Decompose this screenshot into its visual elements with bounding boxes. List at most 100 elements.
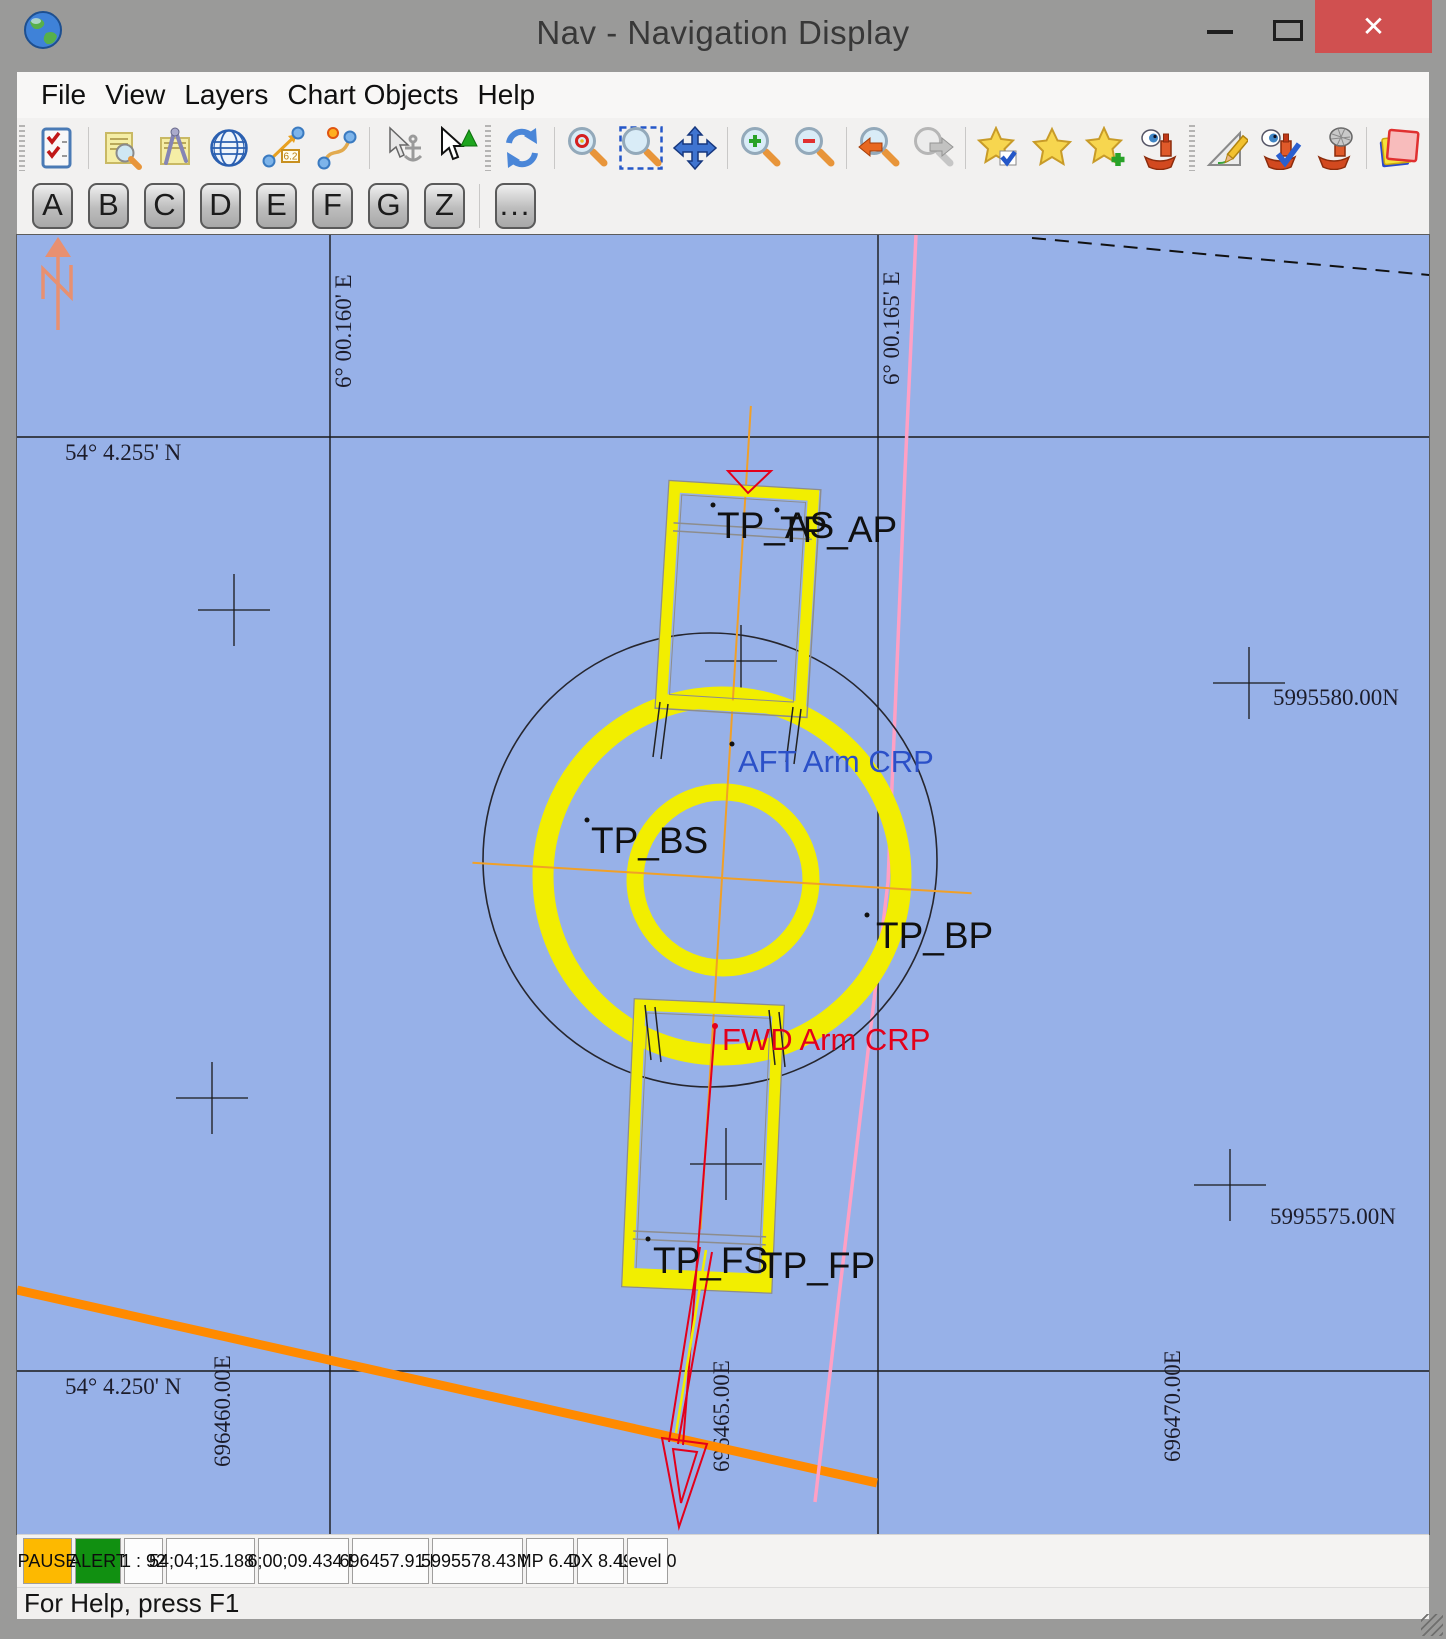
chart-canvas[interactable]: 54° 4.255' N 54° 4.250' N 6° 00.160' E 6… [17,235,1429,1534]
lat-label-2: 54° 4.250' N [65,1374,182,1399]
anchor-cursor-button[interactable] [379,125,425,171]
label-aft-arm-crp[interactable]: AFT Arm CRP [738,744,934,779]
layer-button-more[interactable]: ... [495,183,536,229]
chart-boundary-dashed-line [1032,238,1429,275]
vessel-radar-button[interactable] [1311,125,1357,171]
layer-button-e[interactable]: E [256,183,297,229]
vessel-eye-check-icon [1258,126,1302,170]
vessel-eye-icon [1138,126,1182,170]
favorite-check-icon [976,126,1020,170]
toolbar-separator [727,127,728,169]
minimize-button[interactable] [1186,0,1256,53]
target-ring-inner[interactable] [635,792,811,968]
globe-button[interactable] [206,125,252,171]
menu-view[interactable]: View [105,79,165,111]
toolbar: 6.2 [17,118,1429,178]
survey-protractor-icon [1204,126,1248,170]
zoom-in-icon [738,126,782,170]
layer-button-d[interactable]: D [200,183,241,229]
route-checklist-icon [34,126,78,170]
zoom-previous-icon [857,126,901,170]
vessel-eye-button[interactable] [1137,125,1183,171]
refresh-button[interactable] [499,125,545,171]
zoom-window-icon [619,126,663,170]
lon-label-2: 6° 00.165' E [879,271,904,385]
svg-text:6.2: 6.2 [284,151,298,162]
status-alert[interactable]: ALERT [75,1538,121,1584]
layer-button-f[interactable]: F [312,183,353,229]
status-mp-6-40: MP 6.40 [526,1538,574,1584]
zoom-window-button[interactable] [618,125,664,171]
survey-protractor-button[interactable] [1203,125,1249,171]
menu-file[interactable]: File [41,79,86,111]
toolbar-grip [1189,125,1195,171]
maximize-icon [1273,20,1303,41]
vessel-radar-icon [1312,126,1356,170]
pan-icon [673,126,717,170]
label-tp-bp[interactable]: TP_BP [876,915,993,956]
zoom-previous-button[interactable] [856,125,902,171]
resize-grip[interactable] [1421,1614,1443,1636]
help-bar: For Help, press F1 [17,1587,1429,1619]
toolbar-grip [19,125,25,171]
status-54-04-15-188-n: 54;04;15.188 N [166,1538,255,1584]
vessel-eye-check-button[interactable] [1257,125,1303,171]
easting-label-2: 696465.00E [709,1360,734,1472]
easting-label-3: 696470.00E [1160,1350,1185,1462]
toolbar-grip [485,125,491,171]
maximize-button[interactable] [1256,0,1314,53]
status-5995578-43-n: 5995578.43 N [432,1538,523,1584]
menu-help[interactable]: Help [478,79,536,111]
chart-info-button[interactable] [98,125,144,171]
favorite-button[interactable] [1029,125,1075,171]
northing-label-1: 5995580.00N [1273,685,1399,710]
heading-arrow [662,1438,707,1527]
northing-label-2: 5995575.00N [1270,1204,1396,1229]
favorite-icon [1030,126,1074,170]
layer-button-b[interactable]: B [88,183,129,229]
chart-info-icon [99,126,143,170]
status-bar: PAUSEALERT1 : 9254;04;15.188 N6;00;09.43… [17,1534,1429,1587]
cursor-flag-icon [434,126,478,170]
label-tp-bs[interactable]: TP_BS [591,820,708,861]
cursor-flag-button[interactable] [433,125,479,171]
layer-button-a[interactable]: A [32,183,73,229]
menu-bar: File View Layers Chart Objects Help [17,72,1429,119]
toolbar-separator [369,127,370,169]
label-tp-fp[interactable]: TP_FP [760,1245,875,1286]
easting-label-1: 696460.00E [210,1355,235,1467]
toolbar-separator [1366,127,1367,169]
chart-dividers-icon [153,126,197,170]
zoom-target-button[interactable] [564,125,610,171]
chart-dividers-button[interactable] [152,125,198,171]
label-tp-ap[interactable]: TP_AP [780,509,897,550]
close-button[interactable]: ✕ [1315,0,1432,53]
label-fwd-arm-crp[interactable]: FWD Arm CRP [722,1022,930,1057]
favorite-check-button[interactable] [975,125,1021,171]
measure-distance-button[interactable]: 6.2 [260,125,306,171]
zoom-in-button[interactable] [737,125,783,171]
layer-button-z[interactable]: Z [424,183,465,229]
layers-stack-button[interactable] [1376,125,1422,171]
layer-button-g[interactable]: G [368,183,409,229]
toolbar-separator [846,127,847,169]
status-696457-91-e: 696457.91 E [352,1538,429,1584]
route-curve-button[interactable] [314,125,360,171]
menu-layers[interactable]: Layers [184,79,268,111]
zoom-next-button[interactable] [910,125,956,171]
zoom-target-icon [565,126,609,170]
anchor-cursor-icon [380,126,424,170]
status-dx-8-49: DX 8.49 [577,1538,624,1584]
label-tp-fs[interactable]: TP_FS [653,1240,768,1281]
menu-chart-objects[interactable]: Chart Objects [287,79,458,111]
status-pause[interactable]: PAUSE [23,1538,72,1584]
status-level-0: Level 0 [627,1538,668,1584]
pan-button[interactable] [672,125,718,171]
title-bar: Nav - Navigation Display ✕ [0,0,1446,72]
route-checklist-button[interactable] [33,125,79,171]
minimize-icon [1207,30,1233,34]
layer-button-c[interactable]: C [144,183,185,229]
refresh-icon [500,126,544,170]
favorite-add-button[interactable] [1083,125,1129,171]
zoom-out-button[interactable] [791,125,837,171]
